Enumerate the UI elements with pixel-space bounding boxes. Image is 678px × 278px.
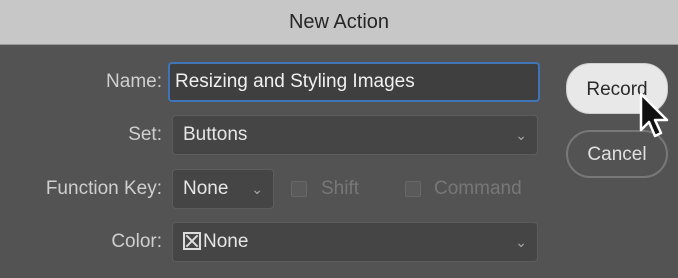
name-input[interactable]: [168, 62, 540, 102]
function-key-label: Function Key:: [45, 178, 162, 199]
set-select-value: Buttons: [183, 124, 248, 145]
function-key-select-value: None: [183, 178, 229, 199]
name-label: Name:: [106, 71, 162, 92]
set-label: Set:: [128, 124, 162, 145]
color-select-value: None: [203, 231, 249, 252]
chevron-down-icon: ⌄: [515, 234, 527, 250]
function-key-select[interactable]: None ⌄: [172, 169, 274, 209]
command-label: Command: [434, 178, 522, 199]
shift-checkbox[interactable]: [291, 181, 307, 197]
dialog-titlebar: New Action: [0, 0, 678, 45]
x-box-icon: [183, 232, 201, 250]
chevron-down-icon: ⌄: [515, 127, 527, 143]
set-select[interactable]: Buttons ⌄: [172, 115, 538, 155]
command-checkbox[interactable]: [405, 181, 421, 197]
color-label: Color:: [111, 231, 162, 252]
dialog-title: New Action: [288, 10, 390, 33]
mouse-pointer-icon: [639, 92, 669, 138]
color-select[interactable]: None ⌄: [172, 222, 538, 262]
chevron-down-icon: ⌄: [251, 181, 263, 197]
shift-label: Shift: [321, 178, 360, 199]
new-action-dialog: New Action Name: Set: Buttons ⌄ Function…: [0, 0, 678, 278]
